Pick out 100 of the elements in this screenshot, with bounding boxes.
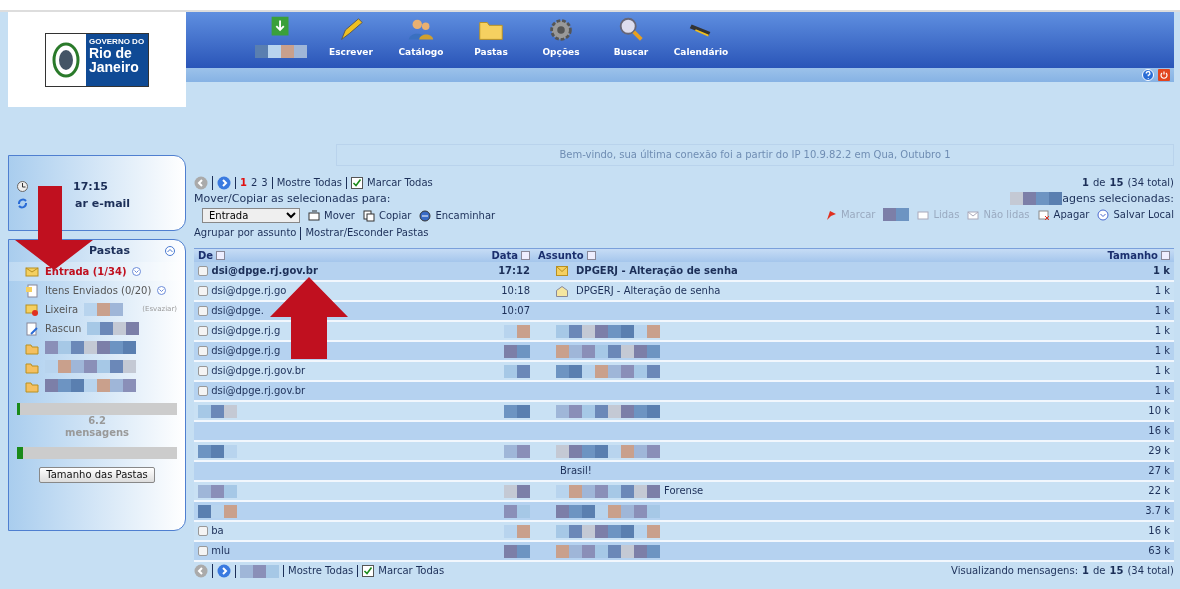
toggle-folders-link[interactable]: Mostrar/Esconder Pastas	[300, 227, 429, 240]
sender-text: dsi@dpge.rj.g	[211, 325, 281, 336]
column-header[interactable]: Tamanho	[1103, 248, 1174, 262]
flag-icon	[825, 208, 837, 221]
group-link[interactable]: Agrupar por assunto	[194, 227, 297, 240]
refresh-link[interactable]: ar e-mail	[75, 197, 131, 211]
next-page-icon[interactable]	[217, 176, 231, 190]
envelope-icon	[917, 208, 930, 221]
page-link[interactable]: 3	[261, 177, 268, 189]
folder-label: Itens Enviados (0/20)	[45, 284, 152, 297]
pixelated-block	[504, 444, 530, 458]
folder-item[interactable]: Rascun	[9, 319, 185, 338]
delete-icon	[1037, 208, 1050, 221]
pixelated-block	[504, 324, 530, 338]
logo-text: Rio de	[89, 45, 133, 60]
refresh-icon[interactable]	[17, 198, 28, 210]
collapse-icon[interactable]	[165, 246, 175, 256]
size-text: 63 k	[1148, 545, 1170, 556]
subject-text: DPGERJ - Alteração de senha	[576, 285, 721, 296]
panel-title: Pastas	[89, 244, 130, 258]
date-text: 10:07	[501, 305, 530, 316]
size-text: 3.7 k	[1145, 505, 1170, 516]
pixelated-block	[198, 404, 237, 418]
previous-page-icon[interactable]	[194, 564, 208, 578]
download-icon	[1097, 208, 1110, 221]
toolbar-button[interactable]: Apagar	[1037, 208, 1090, 221]
size-text: 1 k	[1152, 265, 1170, 276]
size-text: 1 k	[1154, 285, 1170, 296]
checkbox[interactable]	[198, 346, 208, 356]
checkbox[interactable]	[198, 306, 208, 316]
checkbox[interactable]	[198, 526, 208, 536]
date-text: 17:12	[498, 265, 530, 276]
page-link[interactable]: 2	[250, 177, 258, 189]
sender-text: dsi@dpge.rj.gov.br	[211, 265, 318, 276]
toolbar-button[interactable]: Copiar	[362, 209, 412, 222]
folder-item[interactable]: Itens Enviados (0/20)	[9, 281, 185, 300]
sort-icon[interactable]	[521, 251, 530, 260]
open-envelope-icon	[556, 285, 568, 297]
size-text: 1 k	[1154, 305, 1170, 316]
checkmark-icon[interactable]	[351, 177, 364, 189]
sender-text: dsi@dpge.	[211, 305, 264, 316]
checkbox[interactable]	[198, 546, 208, 556]
size-text: 10 k	[1148, 405, 1170, 416]
checkbox[interactable]	[198, 386, 208, 396]
nav-tab[interactable]: Escrever	[316, 14, 386, 68]
subject-text: DPGERJ - Alteração de senha	[576, 265, 738, 276]
logo-text: Janeiro	[89, 59, 140, 74]
folder-size-button[interactable]: Tamanho das Pastas	[39, 467, 155, 483]
clock-icon	[17, 181, 28, 193]
envelope-icon	[967, 208, 980, 221]
pixelated-block	[504, 404, 530, 418]
column-header[interactable]: Assunto	[534, 248, 1104, 262]
pixelated-block	[198, 504, 237, 518]
toolbar-button[interactable]: Mover	[308, 209, 355, 222]
expand-icon[interactable]	[157, 286, 167, 295]
nav-tab[interactable]: Opções	[526, 14, 596, 68]
sort-icon[interactable]	[216, 251, 226, 260]
sender-text: mlu	[211, 545, 231, 556]
checkbox[interactable]	[198, 266, 208, 276]
envelope-icon	[25, 264, 39, 279]
column-header[interactable]: Data	[444, 248, 534, 262]
sort-icon[interactable]	[1161, 251, 1170, 260]
nav-tab[interactable]: Buscar	[596, 14, 666, 68]
toolbar-button[interactable]: Salvar Local	[1097, 208, 1174, 221]
nav-tab[interactable]: Catálogo	[386, 14, 456, 68]
power-icon[interactable]	[1158, 69, 1170, 81]
pixelated-block	[87, 322, 140, 335]
show-all-link[interactable]: Mostre Todas	[271, 177, 343, 189]
checkbox[interactable]	[198, 326, 208, 336]
mark-all-link[interactable]: Marcar Todas	[378, 565, 445, 577]
sender-text: dsi@dpge.rj.g	[211, 345, 281, 356]
sender-text: dsi@dpge.rj.go	[211, 285, 287, 296]
mark-all-link[interactable]: Marcar Todas	[367, 177, 433, 189]
show-all-link[interactable]: Mostre Todas	[283, 565, 354, 577]
pixelated-block	[198, 444, 237, 458]
checkmark-icon[interactable]	[362, 565, 375, 577]
size-text: 27 k	[1148, 465, 1170, 476]
sender-text: ba	[211, 525, 224, 536]
subject-text: Brasil!	[560, 465, 592, 476]
folder-label: Rascun	[45, 322, 82, 335]
checkbox[interactable]	[198, 366, 208, 376]
column-header[interactable]: De	[194, 248, 444, 262]
help-icon[interactable]	[1142, 69, 1154, 81]
page-summary: 1 de 15 (34 total)	[1082, 176, 1174, 190]
folder-label: Entrada (1/34)	[45, 265, 127, 278]
checkbox[interactable]	[198, 286, 208, 296]
nav-tab[interactable]: Pastas	[456, 14, 526, 68]
folder-select[interactable]: Entrada	[202, 208, 300, 223]
nav-tab[interactable]: Calendário	[666, 14, 736, 68]
sort-icon[interactable]	[586, 251, 596, 260]
size-text: 1 k	[1154, 365, 1170, 376]
pixelated-block	[504, 504, 530, 518]
pixelated-block	[198, 484, 237, 498]
page-link[interactable]: 1	[240, 177, 247, 189]
previous-page-icon[interactable]	[194, 176, 208, 190]
toolbar-button[interactable]: Encaminhar	[419, 209, 496, 222]
expand-icon[interactable]	[132, 267, 142, 276]
pixelated-block	[504, 524, 530, 538]
welcome-message: Bem-vindo, sua última conexão foi a partir do IP 10.9.82.2 em Qua, Outubro 1	[336, 144, 1174, 166]
next-page-icon[interactable]	[217, 564, 231, 578]
